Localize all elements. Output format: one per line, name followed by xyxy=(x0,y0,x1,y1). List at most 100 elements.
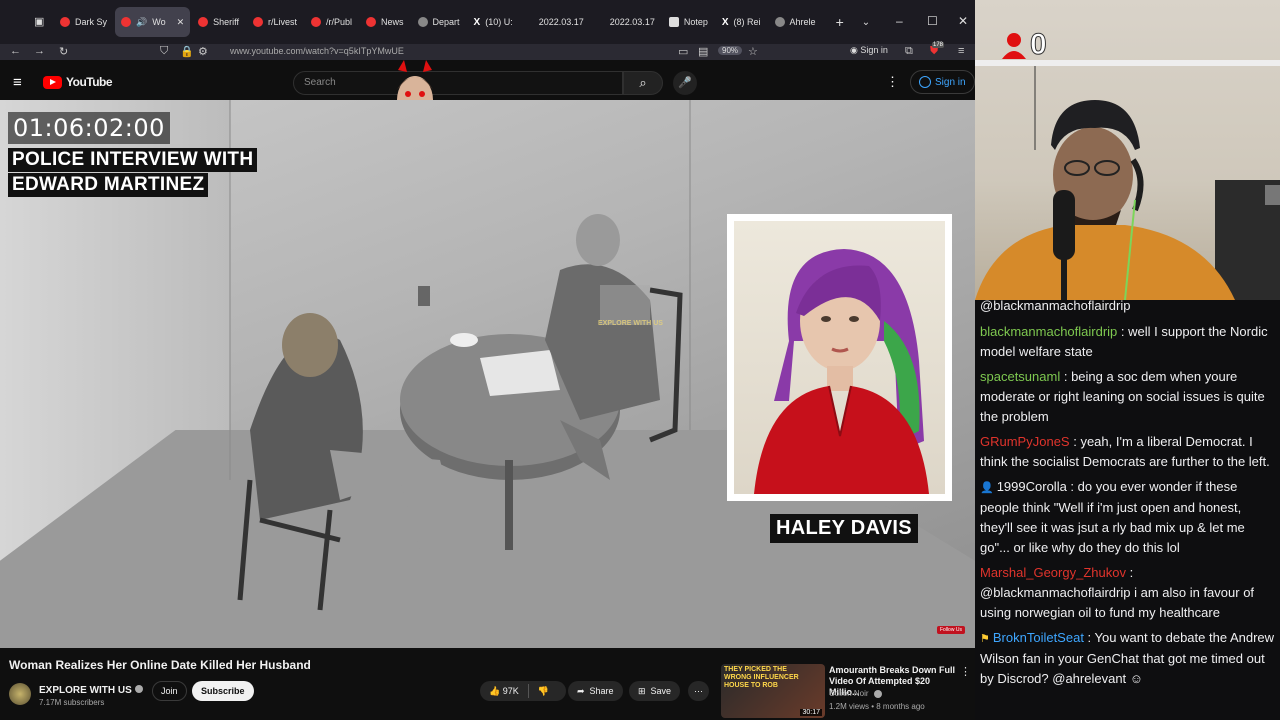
reddit-favicon-icon xyxy=(252,17,263,27)
follow-us-badge[interactable]: Follow Us xyxy=(937,626,965,634)
forward-icon[interactable]: → xyxy=(34,45,45,57)
close-tab-icon[interactable]: ✕ xyxy=(177,17,185,28)
tab-label: News xyxy=(381,17,404,27)
hamburger-menu-icon[interactable]: ≡ xyxy=(13,74,22,91)
divider xyxy=(527,684,529,698)
youtube-logo[interactable]: YouTube xyxy=(43,75,113,89)
tab-2[interactable]: Sheriff xyxy=(192,7,245,37)
tab-strip: Dark Sy 🔊 Wo ✕ Sheriff r/Livest /r/Publ Ne… xyxy=(54,7,870,37)
save-button[interactable]: ⊞ Save xyxy=(629,681,681,701)
tab-label: Wo xyxy=(152,17,166,27)
search-input[interactable]: Search xyxy=(293,71,623,95)
share-label: Share xyxy=(589,686,614,696)
share-button[interactable]: ➦ Share xyxy=(568,681,623,701)
tab-label: 2022.03.17 xyxy=(609,17,655,27)
tab-4[interactable]: /r/Publ xyxy=(305,7,358,37)
extensions-icon[interactable]: ⧉ xyxy=(905,45,913,58)
browser-tab-bar: ▣ Dark Sy 🔊 Wo ✕ Sheriff r/Livest /r/Publ … xyxy=(0,0,975,44)
recommended-thumbnail[interactable]: THEY PICKED THE WRONG INFLUENCER HOUSE T… xyxy=(721,664,825,718)
zoom-level[interactable]: 90% xyxy=(718,46,743,55)
chat-username[interactable]: spacetsunaml xyxy=(980,369,1060,384)
search-icon: ⌕ xyxy=(639,75,647,90)
tab-0[interactable]: Dark Sy xyxy=(54,7,113,37)
tab-list-icon[interactable]: ▣ xyxy=(34,15,44,28)
microphone-icon: 🎤 xyxy=(678,77,692,89)
recommended-channel[interactable]: Colion Noir xyxy=(829,689,882,698)
subscriber-count: 7.17M subscribers xyxy=(39,698,105,707)
close-window-icon[interactable]: ✕ xyxy=(958,14,968,28)
tab-12[interactable]: Ahrele xyxy=(769,7,822,37)
back-icon[interactable]: ← xyxy=(10,45,21,57)
youtube-signin-button[interactable]: Sign in xyxy=(910,70,975,94)
dislike-button[interactable]: 👎 xyxy=(538,686,549,697)
like-button[interactable]: 👍 97K xyxy=(489,686,519,697)
shield-icon[interactable]: ⛉ xyxy=(160,45,168,58)
tab-1-active[interactable]: 🔊 Wo ✕ xyxy=(115,7,191,37)
thumbs-down-icon: 👎 xyxy=(537,685,549,696)
red-user-icon xyxy=(1002,33,1026,59)
thumbnail-text: THEY PICKED THE WRONG INFLUENCER HOUSE T… xyxy=(724,666,799,689)
recommended-more-icon[interactable]: ⋮ xyxy=(960,665,971,678)
verified-icon xyxy=(873,689,882,698)
suspect-name-label: HALEY DAVIS xyxy=(770,514,918,543)
bookmark-star-icon[interactable]: ☆ xyxy=(748,45,758,58)
chat-message: Marshal_Georgy_Zhukov : @blackmanmachofl… xyxy=(980,565,1255,620)
url-field[interactable]: www.youtube.com/watch?v=q5kITpYMwUE xyxy=(230,46,404,56)
chat-username[interactable]: blackmanmachoflairdrip xyxy=(980,324,1117,339)
youtube-header: ≡ YouTube Search ⌕ 🎤 ⋮ Sign in xyxy=(0,64,975,100)
tab-label: Notep xyxy=(683,17,708,27)
voice-search-button[interactable]: 🎤 xyxy=(673,71,697,95)
browser-nav-bar: ← → ↻ ⛉ 🔒 ⚙ www.youtube.com/watch?v=q5kI… xyxy=(0,42,975,60)
subscribe-button[interactable]: Subscribe xyxy=(192,681,254,701)
video-player[interactable]: EXPLORE WITH US 01:06:02:00 POLICE INTER… xyxy=(0,100,975,648)
permissions-icon[interactable]: ⚙ xyxy=(198,45,208,58)
reload-icon[interactable]: ↻ xyxy=(59,45,68,58)
signin-label: Sign in xyxy=(860,45,888,55)
new-tab-icon[interactable]: + xyxy=(836,14,844,30)
user-icon xyxy=(919,76,931,88)
channel-info: EXPLORE WITH US 7.17M subscribers xyxy=(9,680,143,707)
minimize-icon[interactable]: – xyxy=(896,14,903,28)
video-title: Woman Realizes Her Online Date Killed He… xyxy=(9,658,311,672)
app-menu-icon[interactable]: ≡ xyxy=(958,45,964,57)
tab-7[interactable]: X (10) U: xyxy=(468,7,519,37)
save-playlist-icon: ⊞ xyxy=(638,685,646,696)
youtube-favicon-icon xyxy=(121,17,132,27)
chat-username[interactable]: GRumPyJoneS xyxy=(980,434,1070,449)
tab-11[interactable]: X (8) Rei xyxy=(716,7,767,37)
chevron-down-icon[interactable]: ⌄ xyxy=(862,17,870,28)
reader-view-icon[interactable]: ▤ xyxy=(698,45,708,58)
tab-6[interactable]: Depart xyxy=(412,7,466,37)
tab-label: Ahrele xyxy=(789,17,816,27)
join-button[interactable]: Join xyxy=(152,681,187,701)
live-chat: @blackmanmachoflairdrip blackmanmachofla… xyxy=(975,300,1280,720)
channel-name[interactable]: EXPLORE WITH US xyxy=(39,685,132,696)
youtube-favicon-icon xyxy=(60,17,70,27)
twitch-favicon-icon xyxy=(774,17,785,27)
chat-username[interactable]: 1999Corolla xyxy=(997,479,1067,494)
maximize-icon[interactable]: ☐ xyxy=(927,14,938,28)
more-actions-button[interactable]: ⋯ xyxy=(688,681,709,701)
more-horizontal-icon: ⋯ xyxy=(694,685,703,696)
picture-in-picture-icon[interactable]: ▭ xyxy=(678,45,688,58)
explore-watermark: EXPLORE WITH US xyxy=(598,320,663,327)
save-label: Save xyxy=(650,686,672,696)
tab-label: 2022.03.17 xyxy=(538,17,584,27)
tab-9[interactable]: 2022.03.17 xyxy=(592,7,661,37)
channel-avatar[interactable] xyxy=(9,682,31,705)
search-button[interactable]: ⌕ xyxy=(623,71,663,95)
reddit-favicon-icon xyxy=(198,17,209,27)
flag-badge-icon: ⚑ xyxy=(980,633,990,645)
tab-5[interactable]: News xyxy=(360,7,410,37)
verified-icon xyxy=(134,684,143,693)
settings-kebab-icon[interactable]: ⋮ xyxy=(886,74,899,90)
ublock-count-badge: 178 xyxy=(932,42,945,48)
video-caption-line-1: POLICE INTERVIEW WITH xyxy=(8,148,258,172)
tab-8[interactable]: 2022.03.17 xyxy=(521,7,590,37)
chat-username[interactable]: Marshal_Georgy_Zhukov xyxy=(980,565,1126,580)
firefox-account-signin[interactable]: ◉ Sign in xyxy=(850,45,888,56)
tab-3[interactable]: r/Livest xyxy=(247,7,303,37)
chat-username[interactable]: BroknToiletSeat xyxy=(993,630,1084,645)
tab-10[interactable]: Notep xyxy=(663,7,714,37)
mugshot-photo xyxy=(734,221,945,494)
